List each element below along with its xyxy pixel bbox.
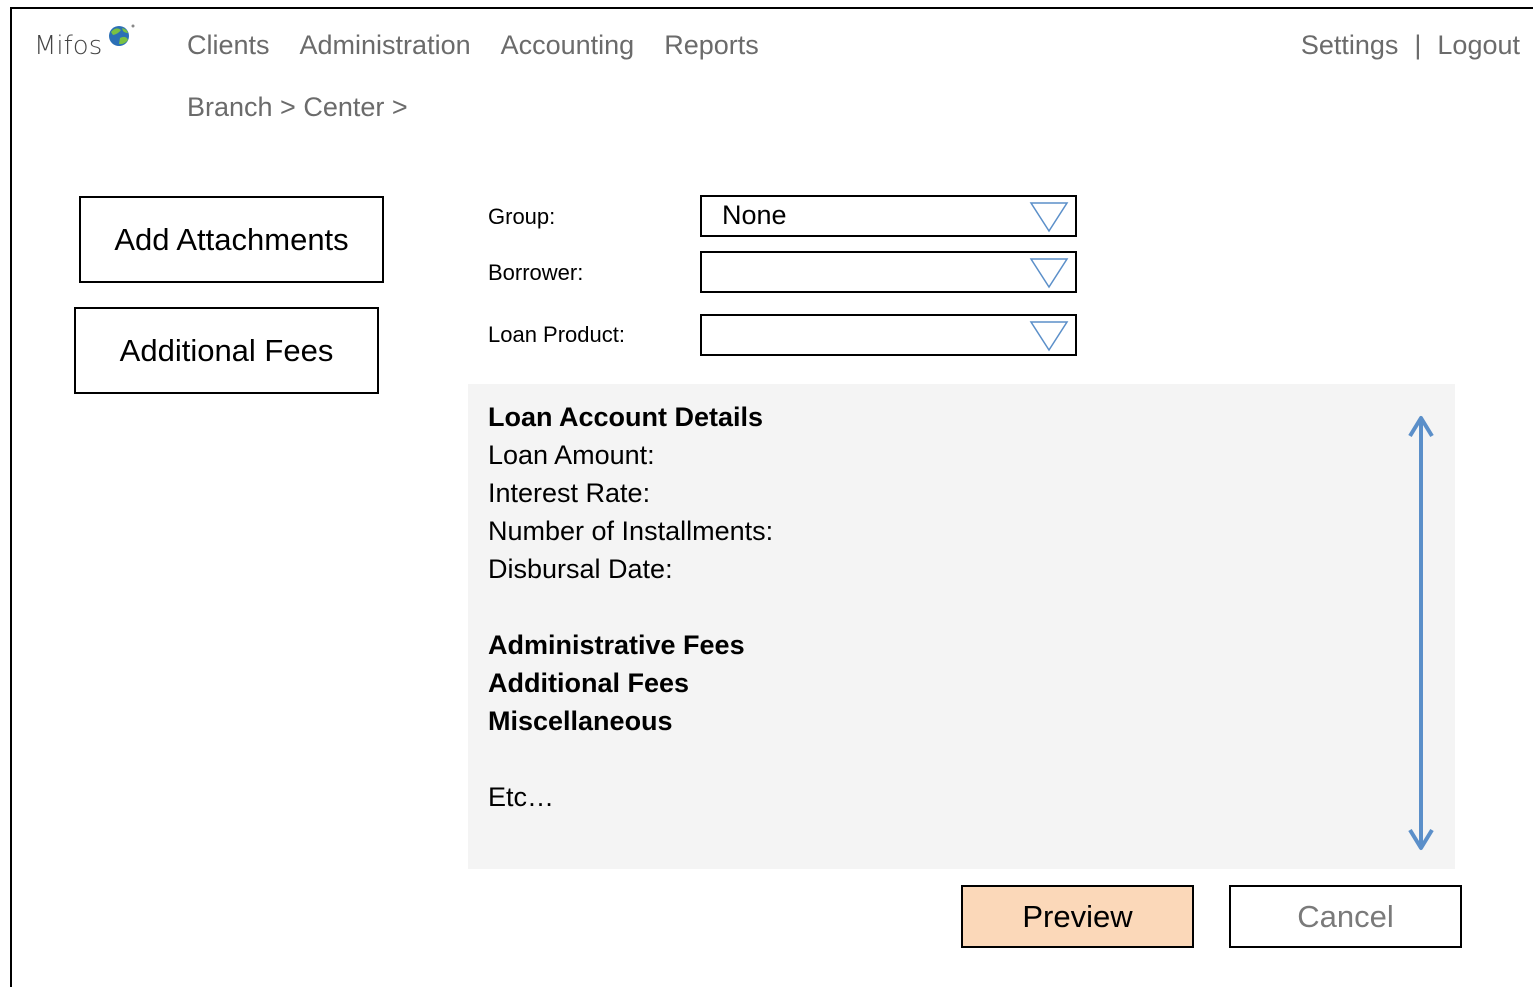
mifos-logo[interactable]: Mifos bbox=[34, 24, 136, 68]
add-attachments-button[interactable]: Add Attachments bbox=[79, 196, 384, 283]
additional-fees-heading: Additional Fees bbox=[488, 668, 690, 698]
group-label: Group: bbox=[488, 204, 556, 229]
nav-clients[interactable]: Clients bbox=[187, 30, 270, 61]
chevron-down-icon[interactable] bbox=[1029, 201, 1069, 238]
user-nav: Settings | Logout bbox=[1301, 30, 1520, 61]
admin-fees-heading: Administrative Fees bbox=[488, 630, 745, 660]
cancel-button[interactable]: Cancel bbox=[1229, 885, 1462, 948]
interest-rate-label: Interest Rate: bbox=[488, 478, 651, 508]
nav-administration[interactable]: Administration bbox=[300, 30, 471, 61]
nav-logout[interactable]: Logout bbox=[1437, 30, 1520, 61]
chevron-down-icon[interactable] bbox=[1029, 257, 1069, 294]
nav-separator: | bbox=[1414, 30, 1422, 60]
nav-reports[interactable]: Reports bbox=[664, 30, 759, 61]
borrower-label: Borrower: bbox=[488, 260, 584, 285]
scroll-arrow-icon[interactable] bbox=[1405, 414, 1437, 859]
globe-icon bbox=[104, 22, 136, 55]
group-select-value: None bbox=[722, 200, 787, 230]
borrower-select[interactable] bbox=[700, 251, 1077, 293]
loan-account-details-panel: Loan Account Details Loan Amount: Intere… bbox=[468, 384, 1455, 869]
etc-text: Etc… bbox=[488, 782, 555, 812]
disbursal-date-label: Disbursal Date: bbox=[488, 554, 673, 584]
preview-button[interactable]: Preview bbox=[961, 885, 1194, 948]
breadcrumb[interactable]: Branch > Center > bbox=[187, 92, 408, 123]
misc-heading: Miscellaneous bbox=[488, 706, 673, 736]
details-heading: Loan Account Details bbox=[488, 402, 764, 432]
installments-label: Number of Installments: bbox=[488, 516, 774, 546]
group-select[interactable]: None bbox=[700, 195, 1077, 237]
loan-product-label: Loan Product: bbox=[488, 322, 625, 347]
loan-amount-label: Loan Amount: bbox=[488, 440, 655, 470]
additional-fees-button[interactable]: Additional Fees bbox=[74, 307, 379, 394]
nav-accounting[interactable]: Accounting bbox=[501, 30, 635, 61]
chevron-down-icon[interactable] bbox=[1029, 320, 1069, 357]
logo-text: Mifos bbox=[34, 31, 103, 61]
loan-product-select[interactable] bbox=[700, 314, 1077, 356]
main-nav: Clients Administration Accounting Report… bbox=[187, 30, 759, 61]
nav-settings[interactable]: Settings bbox=[1301, 30, 1399, 61]
